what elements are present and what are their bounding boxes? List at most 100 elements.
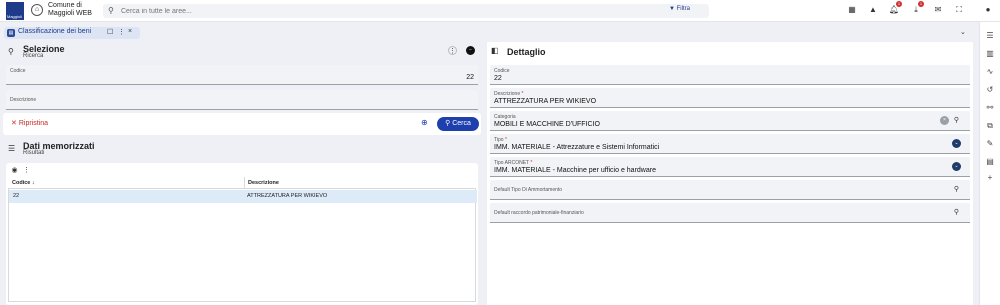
cell-codice: 22 [13, 193, 20, 199]
filter-button[interactable]: ▼ Filtra [669, 6, 690, 12]
categoria-value: MOBILI E MACCHINE D'UFFICIO [494, 121, 600, 128]
codice-field[interactable]: Codice 22 [490, 65, 970, 85]
column-codice-label: Codice [12, 180, 31, 186]
town-hall-icon: ⌂ [31, 4, 43, 16]
tipo-arconet-label: Tipo ARCONET * [494, 160, 533, 166]
selezione-subtitle: Ricerca [23, 53, 44, 59]
trend-chart-icon[interactable]: ∿ [984, 66, 996, 78]
download-icon[interactable]: ⤓ 1 [910, 1, 924, 16]
selezione-header: ⚲ Selezione Ricerca ⋮ − [3, 42, 481, 60]
dettaglio-title: Dettaglio [507, 47, 546, 57]
warning-icon[interactable]: ▲ [867, 4, 879, 16]
add-icon[interactable]: + [984, 172, 996, 184]
eye-icon[interactable]: ◉ [10, 166, 19, 175]
tipo-arconet-field[interactable]: Tipo ARCONET * IMM. MATERIALE - Macchine… [490, 157, 970, 177]
zoom-search-icon[interactable]: ⊕ [421, 118, 428, 127]
notifications-badge: 1 [896, 1, 902, 7]
pin-tab-icon[interactable]: ☐ [107, 28, 113, 36]
codice-value: 22 [494, 75, 502, 82]
categoria-label: Categoria [494, 114, 516, 120]
chevron-down-icon[interactable]: ⌄ [960, 28, 966, 36]
mail-icon[interactable]: ✉ [932, 4, 944, 16]
descrizione-value: ATTREZZATURA PER WIKIEVO [494, 98, 597, 105]
reset-label: Ripristina [18, 120, 49, 127]
edit-document-icon[interactable]: ✎ [984, 138, 996, 150]
tab-classificazione-beni[interactable]: ▤ Classificazione dei beni ☐ ⋮ × [4, 27, 140, 39]
list-icon: ☰ [8, 144, 16, 153]
tipo-field[interactable]: Tipo * IMM. MATERIALE - Attrezzature e S… [490, 134, 970, 154]
grid-header-row: Codice ↓ Descrizione [8, 177, 476, 189]
report-icon[interactable]: ▤ [984, 156, 996, 168]
default-tipo-ammortamento-field[interactable]: Default Tipo Di Ammortamento ⚲ [490, 180, 970, 200]
search-label: Cerca [452, 120, 471, 127]
default-tipo-label: Default Tipo Di Ammortamento [494, 187, 563, 193]
tipo-label: Tipo * [494, 137, 507, 143]
codice-filter-field[interactable]: Codice 22 [6, 65, 478, 85]
reset-button[interactable]: ✕ Ripristina [11, 119, 48, 127]
descrizione-label: Descrizione * [494, 91, 524, 97]
close-icon: ✕ [11, 120, 17, 127]
descrizione-label: Descrizione [10, 97, 37, 103]
categoria-field[interactable]: Categoria MOBILI E MACCHINE D'UFFICIO × … [490, 111, 970, 131]
documents-icon[interactable]: ▥ [984, 48, 996, 60]
codice-value: 22 [466, 74, 474, 81]
grid-toolbar: ◉ ⋮ [6, 163, 478, 177]
list-settings-icon[interactable]: ☰ [984, 30, 996, 42]
tab-more-icon[interactable]: ⋮ [118, 28, 125, 36]
copy-icon[interactable]: ⧉ [984, 120, 996, 132]
filter-actions: ✕ Ripristina ⊕ ⚲ Cerca [3, 113, 481, 135]
panel-icon: ◧ [491, 46, 499, 55]
logo-text: Maggioli [7, 14, 22, 19]
collapse-icon[interactable]: − [466, 46, 475, 55]
close-tab-icon[interactable]: × [128, 28, 132, 35]
selection-panel: ⚲ Selezione Ricerca ⋮ − Codice 22 Descri… [3, 42, 481, 305]
right-tool-rail: ☰ ▥ ∿ ↺ ⚯ ⧉ ✎ ▤ + [979, 22, 1000, 305]
lookup-search-icon[interactable]: ⚲ [952, 208, 961, 217]
global-search[interactable]: ⚲ ▼ Filtra [103, 4, 709, 18]
descrizione-filter-field[interactable]: Descrizione [6, 90, 478, 110]
default-raccordo-label: Default raccordo patrimoniale-finanziari… [494, 210, 584, 216]
dati-header: ☰ Dati memorizzati Risultati [3, 139, 481, 157]
cell-descrizione: ATTREZZATURA PER WIKIEVO [247, 193, 328, 199]
town-name: Comune di Maggioli WEB [48, 2, 92, 17]
search-input[interactable] [121, 5, 621, 17]
top-bar: Maggioli ⌂ Comune di Maggioli WEB ⚲ ▼ Fi… [0, 0, 1000, 22]
table-row[interactable]: 22 ATTREZZATURA PER WIKIEVO [9, 190, 477, 203]
codice-label: Codice [494, 68, 510, 74]
lookup-search-icon[interactable]: ⚲ [952, 185, 961, 194]
search-icon: ⚲ [108, 6, 114, 15]
link-icon[interactable]: ⚯ [984, 102, 996, 114]
user-account-icon[interactable]: ● [982, 4, 994, 16]
fullscreen-icon[interactable]: ⛶ [953, 4, 965, 16]
column-header-descrizione[interactable]: Descrizione [248, 180, 279, 186]
grid-body: 22 ATTREZZATURA PER WIKIEVO [8, 189, 477, 302]
filter-label: Filtra [676, 6, 690, 12]
search-button[interactable]: ⚲ Cerca [437, 117, 479, 131]
clear-icon[interactable]: × [940, 116, 949, 125]
tab-bar: ▤ Classificazione dei beni ☐ ⋮ × ⌄ [0, 26, 975, 40]
codice-label: Codice [10, 68, 26, 74]
dropdown-chevron-icon[interactable]: ⌄ [952, 139, 961, 148]
search-icon: ⚲ [445, 120, 451, 127]
dettaglio-header: ◧ Dettaglio [487, 42, 973, 60]
search-list-icon: ⚲ [8, 47, 14, 56]
classification-icon: ▤ [7, 29, 15, 37]
dropdown-chevron-icon[interactable]: ⌄ [952, 162, 961, 171]
history-icon[interactable]: ↺ [984, 84, 996, 96]
column-divider[interactable] [244, 177, 245, 189]
downloads-badge: 1 [918, 1, 924, 7]
notifications-bell-icon[interactable]: 🔔︎ 1 [888, 1, 902, 16]
grid-more-icon[interactable]: ⋮ [22, 166, 31, 175]
apps-grid-icon[interactable]: ▦ [846, 4, 858, 16]
tipo-arconet-value: IMM. MATERIALE - Macchine per ufficio e … [494, 167, 656, 174]
tab-label: Classificazione dei beni [18, 28, 92, 35]
sort-arrow-icon: ↓ [31, 180, 35, 186]
filter-icon: ▼ [669, 6, 675, 12]
default-raccordo-field[interactable]: Default raccordo patrimoniale-finanziari… [490, 203, 970, 223]
detail-panel: ◧ Dettaglio Codice 22 Descrizione * ATTR… [487, 42, 973, 305]
more-options-icon[interactable]: ⋮ [448, 46, 457, 55]
lookup-search-icon[interactable]: ⚲ [952, 116, 961, 125]
column-header-codice[interactable]: Codice ↓ [12, 180, 35, 186]
maggioli-logo[interactable]: Maggioli [6, 2, 24, 20]
descrizione-field[interactable]: Descrizione * ATTREZZATURA PER WIKIEVO [490, 88, 970, 108]
